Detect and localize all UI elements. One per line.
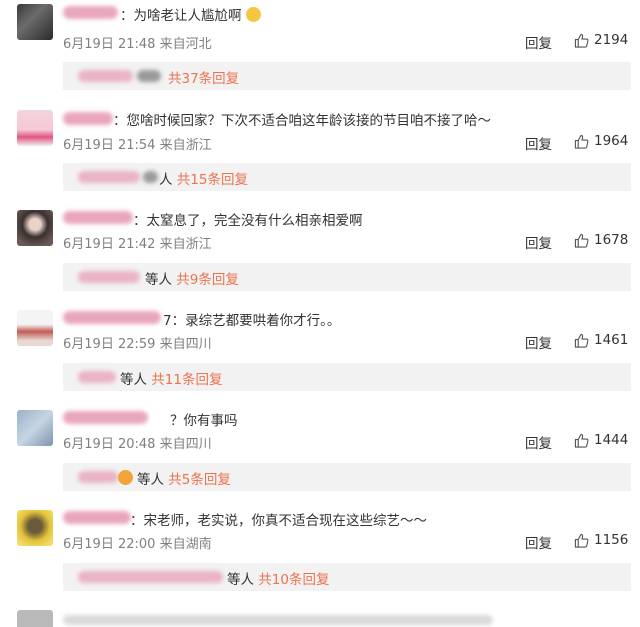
sub-replies-box[interactable]: 等人 共10条回复: [63, 563, 631, 591]
thumbs-up-icon: [574, 134, 589, 149]
comment-meta: 6月19日 21:42 来自浙江: [63, 237, 212, 252]
thumbs-up-icon: [574, 333, 589, 348]
reply-button[interactable]: 回复: [525, 432, 552, 452]
username[interactable]: [63, 211, 133, 224]
sub-reply-summary: 等人 共9条回复: [145, 272, 239, 288]
comment-meta: 6月19日 21:48 来自河北: [63, 37, 212, 52]
sub-replies-box[interactable]: 人 共15条回复: [63, 163, 631, 191]
sub-reply-users: [78, 171, 140, 183]
view-replies-link[interactable]: 共37条回复: [168, 71, 239, 87]
sub-reply-users: [78, 70, 133, 82]
username[interactable]: [63, 411, 148, 424]
thumbs-up-icon: [574, 33, 589, 48]
sub-reply-summary: 共37条回复: [168, 67, 239, 87]
username[interactable]: [63, 311, 161, 324]
like-count: 2194: [594, 32, 629, 48]
like-count: 1678: [594, 232, 629, 248]
comment-meta: 6月19日 20:48 来自四川: [63, 437, 212, 452]
sub-reply-users: [78, 371, 116, 383]
avatar[interactable]: [17, 4, 53, 40]
comment-meta: 6月19日 22:59 来自四川: [63, 337, 212, 352]
sub-reply-users: [78, 571, 223, 583]
like-count: 1964: [594, 133, 629, 149]
comment-text: ：为啥老让人尴尬啊: [120, 4, 261, 24]
sub-reply-users: [78, 471, 118, 483]
reply-button[interactable]: 回复: [525, 332, 552, 352]
view-replies-link[interactable]: 共9条回复: [176, 272, 239, 288]
reply-button[interactable]: 回复: [525, 32, 552, 52]
like-count: 1444: [594, 432, 629, 448]
like-button[interactable]: 1964: [574, 133, 628, 149]
sub-replies-box[interactable]: 等人 共9条回复: [63, 263, 631, 291]
thumbs-up-icon: [574, 233, 589, 248]
comment-list: ：为啥老让人尴尬啊 6月19日 21:48 来自河北 回复 2194 共37条回…: [0, 0, 640, 627]
avatar[interactable]: [17, 110, 53, 146]
view-replies-link[interactable]: 共15条回复: [177, 172, 248, 188]
like-button[interactable]: 2194: [574, 32, 628, 48]
username[interactable]: [63, 112, 113, 125]
sub-reply-users: [78, 271, 140, 283]
sub-replies-box[interactable]: 等人 共11条回复: [63, 363, 631, 391]
sub-reply-summary: 等人 共10条回复: [227, 572, 330, 588]
avatar[interactable]: [17, 210, 53, 246]
comment-item-partial: [0, 600, 640, 627]
comment-text: ：您啥时候回家？下次不适合咱这年龄该接的节目咱不接了哈～: [113, 113, 491, 129]
sub-reply-summary: 等人 共5条回复: [137, 472, 231, 488]
emoji-icon: [118, 470, 133, 485]
view-replies-link[interactable]: 共10条回复: [258, 572, 329, 588]
sub-reply-summary: 人 共15条回复: [159, 172, 248, 188]
reply-button[interactable]: 回复: [525, 232, 552, 252]
like-count: 1156: [594, 532, 629, 548]
comment-text: 7：录综艺都要哄着你才行。。: [163, 313, 341, 329]
comment-meta: 6月19日 21:54 来自浙江: [63, 138, 212, 153]
comment-text: ：太窒息了，完全没有什么相亲相爱啊: [133, 213, 363, 229]
like-button[interactable]: 1444: [574, 432, 628, 448]
sub-reply-users: [137, 70, 161, 82]
comment-meta: 6月19日 22:00 来自湖南: [63, 537, 212, 552]
username[interactable]: [63, 6, 118, 19]
avatar[interactable]: [17, 410, 53, 446]
avatar[interactable]: [17, 510, 53, 546]
sub-reply-users: [143, 171, 158, 183]
avatar[interactable]: [17, 310, 53, 346]
thumbs-up-icon: [574, 433, 589, 448]
like-button[interactable]: 1678: [574, 232, 628, 248]
sub-replies-box[interactable]: 共37条回复: [63, 62, 631, 90]
like-count: 1461: [594, 332, 629, 348]
smile-emoji-icon: [245, 7, 261, 22]
sub-reply-summary: 等人 共11条回复: [120, 372, 223, 388]
comment-text: ？你有事吗: [170, 413, 238, 429]
like-button[interactable]: 1156: [574, 532, 628, 548]
like-button[interactable]: 1461: [574, 332, 628, 348]
avatar[interactable]: [17, 610, 53, 627]
reply-button[interactable]: 回复: [525, 133, 552, 153]
thumbs-up-icon: [574, 533, 589, 548]
view-replies-link[interactable]: 共11条回复: [151, 372, 222, 388]
comment-text: ：宋老师，老实说，你真不适合现在这些综艺～～: [130, 513, 427, 529]
comment-text-cutoff: [63, 615, 493, 625]
sub-replies-box[interactable]: 等人 共5条回复: [63, 463, 631, 491]
username[interactable]: [63, 511, 131, 524]
view-replies-link[interactable]: 共5条回复: [168, 472, 231, 488]
reply-button[interactable]: 回复: [525, 532, 552, 552]
